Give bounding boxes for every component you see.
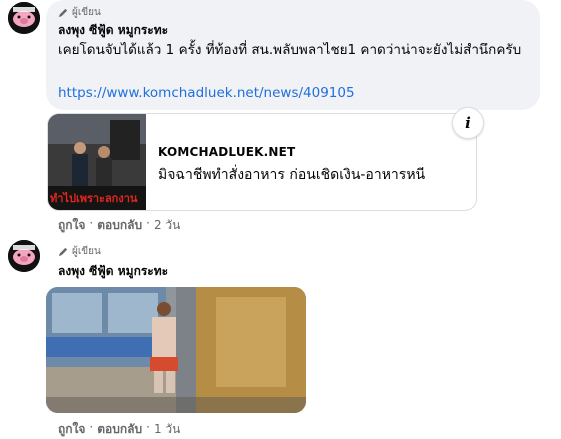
link-preview-card[interactable]: ทำไปเพราะลกงาน KOMCHADLUEK.NET มิจฉาชีพท… [47, 113, 477, 211]
avatar[interactable] [8, 240, 40, 272]
separator: · [89, 420, 94, 434]
author-badge: ผู้เขียน [58, 244, 101, 259]
separator: · [89, 216, 94, 230]
reply-button[interactable]: ตอบกลับ [97, 420, 142, 439]
comment-text: เคยโดนจับได้แล้ว 1 ครั้ง ที่ท้องที่ สน.พ… [58, 42, 522, 58]
link-preview-domain: KOMCHADLUEK.NET [158, 145, 296, 159]
cctv-photo [46, 287, 306, 413]
comment-timestamp[interactable]: 1 วัน [154, 420, 180, 439]
pencil-icon [58, 247, 68, 257]
page-logo-icon [8, 2, 40, 34]
comment-actions: ถูกใจ · ตอบกลับ · 1 วัน [58, 420, 180, 439]
separator: · [146, 420, 150, 434]
author-badge-label: ผู้เขียน [72, 7, 101, 18]
comment-link[interactable]: https://www.komchadluek.net/news/409105 [58, 85, 355, 101]
author-name[interactable]: ลงพุง ซีฟู้ด หมูกระทะ [58, 21, 168, 40]
reply-button[interactable]: ตอบกลับ [97, 216, 142, 235]
comment-timestamp[interactable]: 2 วัน [154, 216, 180, 235]
page-logo-icon [8, 240, 40, 272]
thumbnail-caption: ทำไปเพราะลกงาน [50, 192, 138, 205]
comment-photo[interactable] [46, 287, 306, 413]
like-button[interactable]: ถูกใจ [58, 216, 85, 235]
link-preview-title: มิจฉาชีพทำสั่งอาหาร ก่อนเชิดเงิน-อาหารหน… [158, 167, 426, 183]
like-button[interactable]: ถูกใจ [58, 420, 85, 439]
comment-actions: ถูกใจ · ตอบกลับ · 2 วัน [58, 216, 180, 235]
author-name[interactable]: ลงพุง ซีฟู้ด หมูกระทะ [58, 262, 168, 281]
separator: · [146, 216, 150, 230]
author-badge: ผู้เขียน [58, 5, 101, 20]
link-preview-thumbnail: ทำไปเพราะลกงาน [48, 114, 146, 210]
pencil-icon [58, 8, 68, 18]
author-badge-label: ผู้เขียน [72, 246, 101, 257]
info-icon[interactable]: i [452, 107, 484, 139]
avatar[interactable] [8, 2, 40, 34]
